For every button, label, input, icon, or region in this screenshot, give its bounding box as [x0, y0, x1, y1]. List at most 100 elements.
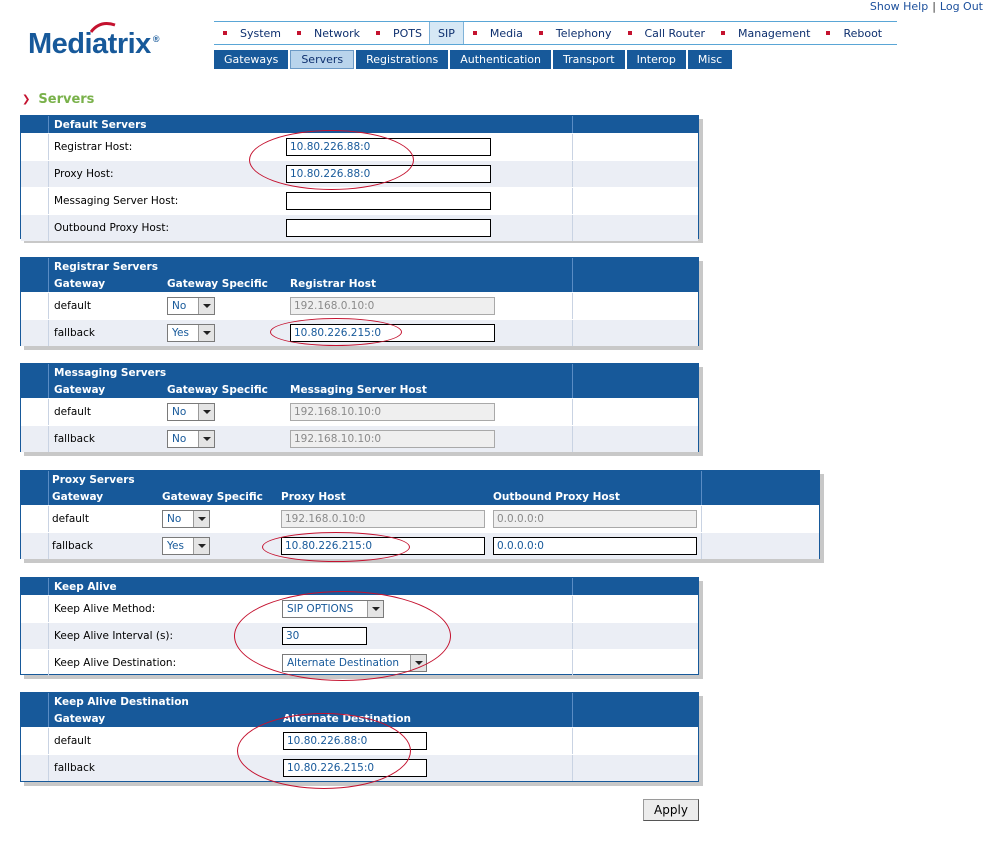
outbound-proxy-host-input[interactable]: 0.0.0.0:0: [493, 510, 697, 528]
bullet-icon: [375, 31, 380, 35]
proxy-host-input[interactable]: 10.80.226.215:0: [281, 537, 485, 555]
apply-button[interactable]: Apply: [643, 799, 699, 821]
keep-alive-interval-input[interactable]: 30: [282, 627, 367, 645]
panel-title: Registrar Servers: [54, 261, 158, 273]
nav-sip[interactable]: SIP: [428, 22, 464, 44]
gateway-specific-select[interactable]: No: [167, 403, 215, 421]
col-registrar-host-header: Registrar Host: [290, 278, 376, 290]
tab-registrations[interactable]: Registrations: [356, 50, 449, 69]
column-divider: [48, 258, 49, 292]
nav-label: Network: [314, 26, 360, 40]
nav-label: System: [240, 26, 282, 40]
registrar-host-input[interactable]: 10.80.226.88:0: [286, 138, 491, 156]
gateway-specific-select[interactable]: Yes: [162, 537, 210, 555]
tab-interop[interactable]: Interop: [626, 50, 686, 69]
bullet-icon: [538, 31, 543, 35]
keep-alive-method-select[interactable]: SIP OPTIONS: [282, 600, 384, 618]
nav-system[interactable]: System: [214, 22, 288, 44]
nav-pots[interactable]: POTS: [367, 22, 429, 44]
gateway-name: default: [54, 406, 91, 418]
table-row: Keep Alive Destination: Alternate Destin…: [21, 649, 698, 676]
top-links: Show Help | Log Out: [870, 0, 983, 13]
messaging-server-host-label: Messaging Server Host:: [54, 195, 179, 207]
panel-title: Proxy Servers: [52, 474, 135, 486]
bullet-icon: [826, 31, 831, 35]
keep-alive-destination-select[interactable]: Alternate Destination: [282, 654, 427, 672]
column-divider: [572, 161, 573, 187]
main-nav: System Network POTS SIP Media Telephony …: [214, 21, 897, 45]
alternate-destination-input[interactable]: 10.80.226.88:0: [283, 732, 427, 750]
panel-header: Keep Alive: [21, 578, 698, 595]
column-divider: [48, 188, 49, 214]
table-row: fallback 10.80.226.215:0: [21, 754, 698, 781]
keep-alive-interval-label: Keep Alive Interval (s):: [54, 630, 174, 642]
column-divider: [48, 161, 49, 187]
column-divider: [48, 693, 49, 727]
bullet-icon: [472, 31, 477, 35]
messaging-server-host-input[interactable]: [286, 192, 491, 210]
proxy-host-input[interactable]: 192.168.0.10:0: [281, 510, 485, 528]
column-divider: [572, 755, 573, 781]
select-value: Yes: [172, 327, 189, 339]
dropdown-arrow-icon: [198, 431, 214, 447]
column-divider: [48, 596, 49, 622]
messaging-host-input[interactable]: 192.168.10.10:0: [290, 430, 495, 448]
column-divider: [48, 650, 49, 676]
column-divider: [48, 755, 49, 781]
column-divider: [48, 134, 49, 160]
column-divider: [572, 399, 573, 425]
column-divider: [572, 578, 573, 595]
select-value: SIP OPTIONS: [287, 603, 354, 615]
column-divider: [48, 471, 49, 505]
show-help-link[interactable]: Show Help: [870, 0, 928, 13]
messaging-servers-panel: Messaging Servers Gateway Gateway Specif…: [20, 363, 699, 452]
table-row: Keep Alive Method: SIP OPTIONS: [21, 595, 698, 622]
column-divider: [48, 426, 49, 452]
gateway-specific-select[interactable]: No: [167, 430, 215, 448]
gateway-specific-select[interactable]: No: [162, 510, 210, 528]
col-gateway-header: Gateway: [54, 384, 106, 396]
gateway-specific-select[interactable]: Yes: [167, 324, 215, 342]
registrar-host-input[interactable]: 10.80.226.215:0: [290, 324, 495, 342]
gateway-specific-select[interactable]: No: [167, 297, 215, 315]
col-gateway-header: Gateway: [52, 491, 104, 503]
log-out-link[interactable]: Log Out: [940, 0, 983, 13]
table-row: Keep Alive Interval (s): 30: [21, 622, 698, 649]
alternate-destination-input[interactable]: 10.80.226.215:0: [283, 759, 427, 777]
nav-management[interactable]: Management: [712, 22, 817, 44]
table-row: default No 192.168.0.10:0 0.0.0.0:0: [21, 505, 819, 532]
messaging-host-input[interactable]: 192.168.10.10:0: [290, 403, 495, 421]
tab-authentication[interactable]: Authentication: [450, 50, 551, 69]
column-divider: [572, 364, 573, 398]
tab-transport[interactable]: Transport: [552, 50, 625, 69]
nav-label: Call Router: [644, 26, 705, 40]
nav-reboot[interactable]: Reboot: [817, 22, 889, 44]
nav-call-router[interactable]: Call Router: [619, 22, 712, 44]
col-gateway-specific-header: Gateway Specific: [162, 491, 263, 503]
tab-misc[interactable]: Misc: [687, 50, 733, 69]
tab-servers[interactable]: Servers: [290, 50, 355, 69]
outbound-proxy-host-input[interactable]: 0.0.0.0:0: [493, 537, 697, 555]
select-value: No: [172, 406, 187, 418]
proxy-host-input[interactable]: 10.80.226.88:0: [286, 165, 491, 183]
nav-network[interactable]: Network: [288, 22, 367, 44]
column-divider: [572, 188, 573, 214]
select-value: No: [172, 300, 187, 312]
panel-header: Messaging Servers Gateway Gateway Specif…: [21, 364, 698, 398]
column-divider: [572, 623, 573, 649]
nav-media[interactable]: Media: [464, 22, 530, 44]
tab-gateways[interactable]: Gateways: [214, 50, 289, 69]
column-divider: [572, 650, 573, 676]
column-divider: [48, 399, 49, 425]
panel-header: Registrar Servers Gateway Gateway Specif…: [21, 258, 698, 292]
column-divider: [572, 134, 573, 160]
keep-alive-destination-label: Keep Alive Destination:: [54, 657, 177, 669]
table-row: fallback Yes 10.80.226.215:0 0.0.0.0:0: [21, 532, 819, 559]
registrar-host-input[interactable]: 192.168.0.10:0: [290, 297, 495, 315]
nav-telephony[interactable]: Telephony: [530, 22, 619, 44]
page-title: ❯ Servers: [22, 92, 94, 107]
nav-label: Management: [737, 26, 811, 40]
table-row: default No 192.168.10.10:0: [21, 398, 698, 425]
outbound-proxy-host-input[interactable]: [286, 219, 491, 237]
table-row: Outbound Proxy Host:: [21, 214, 698, 241]
